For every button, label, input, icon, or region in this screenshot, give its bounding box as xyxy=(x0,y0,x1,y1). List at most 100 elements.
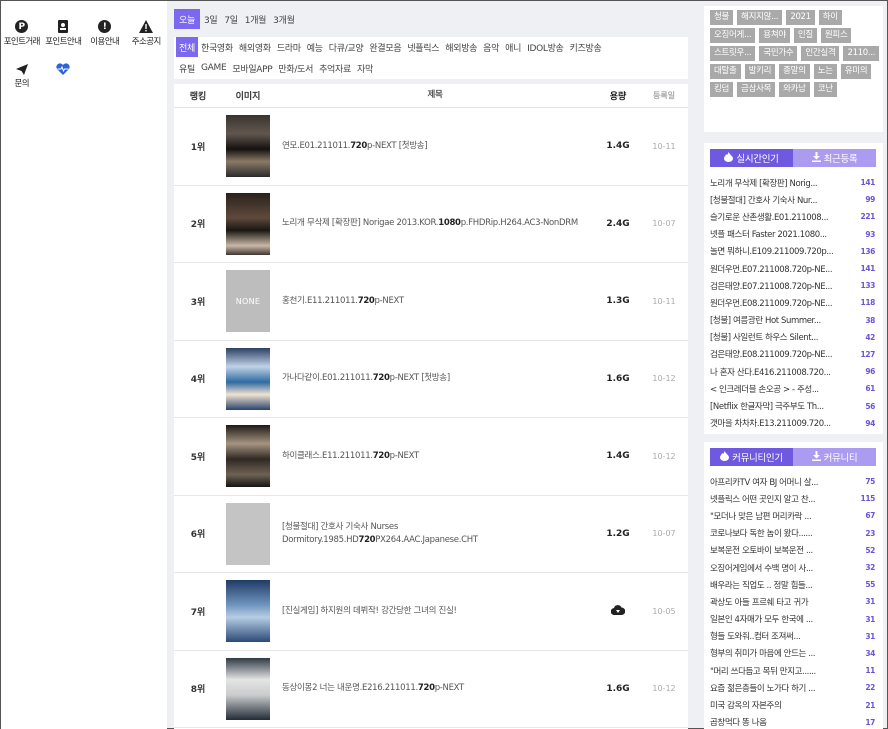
title-link[interactable]: 노리개 무삭제 [확장판] Norigae 2013.KOR.1080p.FHD… xyxy=(274,217,596,230)
list-item[interactable]: [청불절대] 간호사 기숙사 Nur... 99 xyxy=(710,191,875,208)
category-button[interactable]: 키즈방송 xyxy=(567,37,605,57)
list-item[interactable]: 코로나보다 독한 놈이 왔다...... 23 xyxy=(710,525,875,542)
list-item[interactable]: 노리개 무삭제 [확장판] Norig... 141 xyxy=(710,174,875,191)
search-tag[interactable]: 원피스 xyxy=(820,28,852,43)
category-button[interactable]: 전체 xyxy=(176,37,198,57)
thumbnail[interactable] xyxy=(226,502,270,565)
table-row[interactable]: 1위 연모.E01.211011.720p-NEXT [첫방송] 1.4G 10-11 xyxy=(174,108,688,186)
search-tag[interactable]: 인간실격 xyxy=(801,46,840,61)
category-button[interactable]: IDOL방송 xyxy=(524,37,566,57)
cloud-download-icon[interactable] xyxy=(610,604,626,619)
nav-point-guide[interactable]: 포인트안내 xyxy=(43,11,85,47)
list-item[interactable]: 나 혼자 산다.E416.211008.720... 96 xyxy=(710,363,875,380)
list-item[interactable]: 곽상도 아들 프르쉐 타고 귀가 31 xyxy=(710,593,875,610)
thumbnail[interactable] xyxy=(226,425,270,488)
search-tag[interactable]: 유미의 xyxy=(840,64,872,79)
category-button[interactable]: 넷플릭스 xyxy=(404,37,442,57)
table-row[interactable]: 5위 하이클래스.E11.211011.720p-NEXT 1.4G 10-12 xyxy=(174,418,688,496)
period-button[interactable]: 7일 xyxy=(221,9,240,29)
category-button[interactable]: 애니 xyxy=(502,37,524,57)
list-item[interactable]: 보복운전 오토바이 보복운전 ... 52 xyxy=(710,542,875,559)
title-link[interactable]: [청불절대] 간호사 기숙사 Nurses Dormitory.1985.HD7… xyxy=(274,521,596,547)
thumbnail[interactable] xyxy=(226,192,270,255)
search-tag[interactable]: 2110... xyxy=(843,46,880,61)
thumbnail[interactable] xyxy=(226,657,270,720)
search-tag[interactable]: 청불 xyxy=(710,10,734,25)
category-button[interactable]: 다큐/교양 xyxy=(326,37,367,57)
category-button[interactable]: GAME xyxy=(198,58,229,78)
search-tag[interactable]: 금삼사목 xyxy=(737,82,776,97)
list-item[interactable]: 미국 감옥의 자본주의 21 xyxy=(710,696,875,713)
search-tag[interactable]: 오징어게... xyxy=(710,28,756,43)
list-item[interactable]: 아프리카TV 여자 BJ 어머니 살... 75 xyxy=(710,473,875,490)
table-row[interactable]: 8위 동상이몽2 너는 내운명.E216.211011.720p-NEXT 1.6G… xyxy=(174,651,688,728)
list-item[interactable]: 갯마을 차차차.E13.211009.720... 94 xyxy=(710,415,875,432)
category-button[interactable]: 예능 xyxy=(304,37,326,57)
tab-recent[interactable]: 최근등록 xyxy=(793,149,876,167)
nav-heart[interactable] xyxy=(43,53,85,89)
list-item[interactable]: 형부의 취미가 마음에 안드는 ... 34 xyxy=(710,645,875,662)
list-item[interactable]: [청불] 사일런트 하우스 Silent... 42 xyxy=(710,329,875,346)
category-button[interactable]: 한국영화 xyxy=(198,37,236,57)
list-item[interactable]: 슬기로운 산촌생활.E01.211008... 221 xyxy=(710,208,875,225)
table-row[interactable]: 7위 [진실게임] 하지원의 데뷔작! 강간당한 그녀의 진실! 10-05 xyxy=(174,573,688,651)
category-button[interactable]: 완결모음 xyxy=(366,37,404,57)
search-tag[interactable]: 인질 xyxy=(793,28,817,43)
search-tag[interactable]: 국민가수 xyxy=(759,46,798,61)
search-tag[interactable]: 킹덤 xyxy=(710,82,734,97)
table-row[interactable]: 4위 가나다같이.E01.211011.720p-NEXT [첫방송] 1.6G 10… xyxy=(174,341,688,418)
title-link[interactable]: 가나다같이.E01.211011.720p-NEXT [첫방송] xyxy=(274,372,596,385)
category-button[interactable]: 드라마 xyxy=(274,37,304,57)
thumbnail[interactable] xyxy=(226,580,270,643)
list-item[interactable]: 원더우먼.E07.211008.720p-NE... 141 xyxy=(710,260,875,277)
search-tag[interactable]: 2021 xyxy=(786,10,815,25)
nav-usage-guide[interactable]: ! 이용안내 xyxy=(84,11,126,47)
period-button[interactable]: 3개월 xyxy=(270,9,297,29)
period-button[interactable]: 오늘 xyxy=(174,9,200,29)
title-link[interactable]: 홍천기.E11.211011.720p-NEXT xyxy=(274,295,596,308)
list-item[interactable]: 요즘 젊은층들이 노가다 하기 ... 22 xyxy=(710,679,875,696)
category-button[interactable]: 해외영화 xyxy=(236,37,274,57)
list-item[interactable]: "머리 쓰다듬고 목뒤 만지고...... 11 xyxy=(710,662,875,679)
title-link[interactable]: [진실게임] 하지원의 데뷔작! 강간당한 그녀의 진실! xyxy=(274,605,596,618)
nav-inquiry[interactable]: 문의 xyxy=(1,53,43,89)
search-tag[interactable]: 종말의 xyxy=(779,64,810,79)
category-button[interactable]: 유틸 xyxy=(176,58,198,78)
list-item[interactable]: [Netflix 한글자막] 극주부도 Th... 56 xyxy=(710,397,875,414)
category-button[interactable]: 자막 xyxy=(354,58,376,78)
list-item[interactable]: 원더우먼.E08.211009.720p-NE... 118 xyxy=(710,294,875,311)
search-tag[interactable]: 발키리 xyxy=(744,64,776,79)
title-link[interactable]: 동상이몽2 너는 내운명.E216.211011.720p-NEXT xyxy=(274,682,596,695)
category-button[interactable]: 추억자료 xyxy=(316,58,354,78)
list-item[interactable]: 넷플릭스 어떤 곳인지 알고 찬... 115 xyxy=(710,490,875,507)
list-item[interactable]: 오징어게임에서 수백 명이 사... 32 xyxy=(710,559,875,576)
list-item[interactable]: 놀면 뭐하니.E109.211009.720p... 136 xyxy=(710,243,875,260)
nav-address-notice[interactable]: 주소공지 xyxy=(126,11,168,47)
table-row[interactable]: 6위 [청불절대] 간호사 기숙사 Nurses Dormitory.1985.H… xyxy=(174,496,688,573)
nav-point-trade[interactable]: P 포인트거래 xyxy=(1,11,43,47)
search-tag[interactable]: 스트릿우... xyxy=(710,46,756,61)
title-link[interactable]: 하이클래스.E11.211011.720p-NEXT xyxy=(274,450,596,463)
tab-realtime-popular[interactable]: 실시간인기 xyxy=(710,149,793,167)
search-tag[interactable]: 하이 xyxy=(818,10,842,25)
period-button[interactable]: 1개월 xyxy=(242,9,269,29)
title-link[interactable]: 연모.E01.211011.720p-NEXT [첫방송] xyxy=(274,140,596,153)
list-item[interactable]: [청불] 여름광란 Hot Summer... 38 xyxy=(710,312,875,329)
category-button[interactable]: 만화/도서 xyxy=(275,58,316,78)
tab-community[interactable]: 커뮤니티 xyxy=(793,448,876,466)
list-item[interactable]: 검은태양.E07.211008.720p-NE... 133 xyxy=(710,277,875,294)
search-tag[interactable]: 대탈출 xyxy=(710,64,741,79)
list-item[interactable]: 곱창먹다 똥 나옴 17 xyxy=(710,714,875,729)
search-tag[interactable]: 용쳐야 xyxy=(759,28,790,43)
thumbnail[interactable] xyxy=(226,347,270,410)
category-button[interactable]: 음악 xyxy=(480,37,502,57)
list-item[interactable]: 배우라는 직업도 .. 정말 힘들... 55 xyxy=(710,576,875,593)
search-tag[interactable]: 코난 xyxy=(813,82,837,97)
list-item[interactable]: 검은태양.E08.211009.720p-NE... 127 xyxy=(710,346,875,363)
search-tag[interactable]: 노는 xyxy=(813,64,837,79)
thumbnail[interactable] xyxy=(226,115,270,178)
tab-community-popular[interactable]: 커뮤니티인기 xyxy=(710,448,793,466)
list-item[interactable]: 넷플 패스터 Faster 2021.1080... 93 xyxy=(710,226,875,243)
search-tag[interactable]: 와카남 xyxy=(779,82,810,97)
list-item[interactable]: 형들 도와줘..컴터 조져써... 31 xyxy=(710,628,875,645)
